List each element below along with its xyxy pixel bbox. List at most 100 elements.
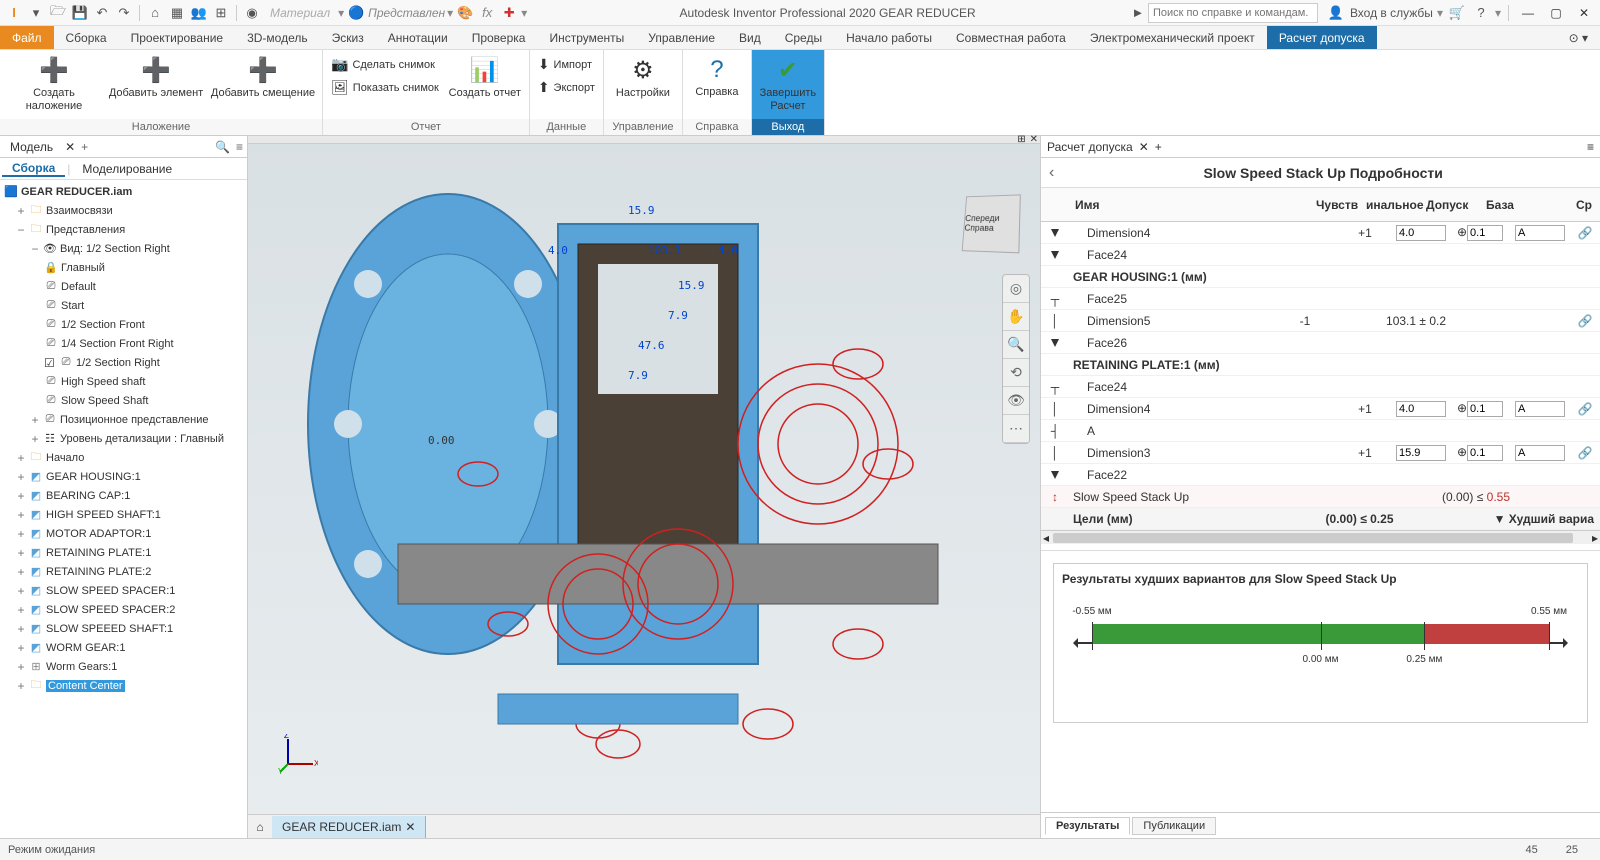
link-icon[interactable]: 🔗 bbox=[1570, 446, 1600, 460]
home-icon[interactable]: ⌂ bbox=[145, 3, 165, 23]
doc-tab-close-icon[interactable]: ✕ bbox=[405, 820, 415, 834]
tab-getstarted[interactable]: Начало работы bbox=[834, 26, 944, 49]
tab-file[interactable]: Файл bbox=[0, 26, 54, 49]
tree-p3[interactable]: +◩HIGH SPEED SHAFT:1 bbox=[0, 505, 247, 524]
tol-row[interactable]: Face26 bbox=[1041, 332, 1600, 354]
nav-look-icon[interactable]: 👁 bbox=[1003, 387, 1029, 415]
nav-more-icon[interactable]: ⋯ bbox=[1003, 415, 1029, 443]
rpanel-tab-close[interactable]: ✕ bbox=[1139, 140, 1149, 154]
tree-content-center[interactable]: +🗀Content Center bbox=[0, 676, 247, 695]
app-icon[interactable]: I bbox=[4, 3, 24, 23]
base-input[interactable] bbox=[1515, 225, 1565, 241]
view-cube[interactable]: Спереди Справа bbox=[962, 194, 1021, 253]
tol-row[interactable]: Dimension4 +1 ⊕ 🔗 bbox=[1041, 222, 1600, 244]
tab-results[interactable]: Результаты bbox=[1045, 817, 1130, 835]
tab-publications[interactable]: Публикации bbox=[1132, 817, 1216, 835]
tree-lod[interactable]: +☷Уровень детализации : Главный bbox=[0, 429, 247, 448]
tab-env[interactable]: Среды bbox=[773, 26, 834, 49]
doc-tab[interactable]: GEAR REDUCER.iam ✕ bbox=[272, 816, 426, 838]
link-icon[interactable]: 🔗 bbox=[1570, 226, 1600, 240]
link-icon[interactable]: 🔗 bbox=[1570, 402, 1600, 416]
subtab-modeling[interactable]: Моделирование bbox=[72, 162, 182, 176]
export-button[interactable]: ⬆Экспорт bbox=[534, 77, 599, 98]
tol-input[interactable] bbox=[1467, 401, 1503, 417]
user-icon[interactable]: 👤 bbox=[1326, 3, 1346, 23]
col-name[interactable]: Имя bbox=[1069, 198, 1310, 212]
fx-icon[interactable]: fx bbox=[477, 3, 497, 23]
tree-p6[interactable]: +◩RETAINING PLATE:2 bbox=[0, 562, 247, 581]
nav-zoom-icon[interactable]: 🔍 bbox=[1003, 331, 1029, 359]
tree-v7[interactable]: ⎚High Speed shaft bbox=[0, 372, 247, 391]
rpanel-menu-icon[interactable]: ≡ bbox=[1587, 140, 1594, 154]
col-sens[interactable]: Чувств bbox=[1310, 198, 1360, 212]
tol-row[interactable]: Face24 bbox=[1041, 244, 1600, 266]
appearance-dropdown[interactable]: Представлен bbox=[368, 6, 445, 20]
tab-assembly[interactable]: Сборка bbox=[54, 26, 119, 49]
tol-row-group[interactable]: GEAR HOUSING:1 (мм) bbox=[1041, 266, 1600, 288]
tol-row[interactable]: │ Dimension3 +1 ⊕ 🔗 bbox=[1041, 442, 1600, 464]
rpanel-tab-add[interactable]: + bbox=[1155, 140, 1162, 154]
tree-p7[interactable]: +◩SLOW SPEED SPACER:1 bbox=[0, 581, 247, 600]
login-link[interactable]: Вход в службы bbox=[1350, 6, 1433, 20]
3d-canvas[interactable]: 15.9 4.0 103.1 4.0 15.9 7.9 47.6 7.9 0.0… bbox=[248, 144, 1040, 814]
subtab-assembly[interactable]: Сборка bbox=[2, 161, 65, 177]
tree-p1[interactable]: +◩GEAR HOUSING:1 bbox=[0, 467, 247, 486]
open-icon[interactable]: 🗁 bbox=[48, 3, 68, 23]
tol-row[interactable]: ┬Face25 bbox=[1041, 288, 1600, 310]
cart-icon[interactable]: 🛒 bbox=[1447, 3, 1467, 23]
tol-input[interactable] bbox=[1467, 445, 1503, 461]
base-input[interactable] bbox=[1515, 445, 1565, 461]
appearance-icon[interactable]: ◉ bbox=[242, 3, 262, 23]
tab-collab[interactable]: Совместная работа bbox=[944, 26, 1078, 49]
tab-tolerance[interactable]: Расчет допуска bbox=[1267, 26, 1377, 49]
tree-view[interactable]: −👁Вид: 1/2 Section Right bbox=[0, 239, 247, 258]
tab-annotate[interactable]: Аннотации bbox=[376, 26, 460, 49]
tree-v2[interactable]: ⎚Default bbox=[0, 277, 247, 296]
snapshot-button[interactable]: 📷Сделать снимок bbox=[327, 54, 443, 75]
show-snapshot-button[interactable]: 🖼Показать снимок bbox=[327, 77, 443, 98]
tree-p9[interactable]: +◩SLOW SPEEED SHAFT:1 bbox=[0, 619, 247, 638]
help-icon[interactable]: ? bbox=[1471, 3, 1491, 23]
tree-representations[interactable]: −🗀Представления bbox=[0, 220, 247, 239]
tab-design[interactable]: Проектирование bbox=[119, 26, 236, 49]
nav-orbit-icon[interactable]: ⟲ bbox=[1003, 359, 1029, 387]
tree-p4[interactable]: +◩MOTOR ADAPTOR:1 bbox=[0, 524, 247, 543]
team-icon[interactable]: 👥 bbox=[189, 3, 209, 23]
create-report-button[interactable]: 📊Создать отчет bbox=[445, 54, 525, 102]
save-icon[interactable]: 💾 bbox=[70, 3, 90, 23]
tree-v1[interactable]: 🔒Главный bbox=[0, 258, 247, 277]
horizontal-scrollbar[interactable]: ◂ ▸ bbox=[1041, 530, 1600, 544]
tol-row[interactable]: Face22 bbox=[1041, 464, 1600, 486]
add-element-button[interactable]: ➕Добавить элемент bbox=[106, 54, 206, 102]
tol-row[interactable]: │ Dimension5 -1 103.1 ± 0.2 🔗 bbox=[1041, 310, 1600, 332]
add-icon[interactable]: ✚ bbox=[499, 3, 519, 23]
tree-p10[interactable]: +◩WORM GEAR:1 bbox=[0, 638, 247, 657]
browser-tab-add[interactable]: + bbox=[81, 140, 88, 154]
redo-icon[interactable]: ↷ bbox=[114, 3, 134, 23]
tab-manage[interactable]: Управление bbox=[636, 26, 727, 49]
tree-origin[interactable]: +🗀Начало bbox=[0, 448, 247, 467]
nominal-input[interactable] bbox=[1396, 445, 1446, 461]
tree-p11[interactable]: +⊞Worm Gears:1 bbox=[0, 657, 247, 676]
nominal-input[interactable] bbox=[1396, 401, 1446, 417]
col-tol[interactable]: Допуск bbox=[1420, 198, 1480, 212]
tab-inspect[interactable]: Проверка bbox=[460, 26, 538, 49]
settings-button[interactable]: ⚙Настройки bbox=[608, 54, 678, 102]
doc-home-icon[interactable]: ⌂ bbox=[248, 820, 272, 834]
tree-v6[interactable]: ☑⎚1/2 Section Right bbox=[0, 353, 247, 372]
tol-row-group[interactable]: RETAINING PLATE:1 (мм) bbox=[1041, 354, 1600, 376]
split-icon[interactable]: ⊞ bbox=[211, 3, 231, 23]
col-avg[interactable]: Ср bbox=[1570, 198, 1600, 212]
material-dropdown[interactable]: Материал bbox=[270, 6, 330, 20]
tol-row-stackup[interactable]: ↕ Slow Speed Stack Up (0.00) ≤ 0.55 bbox=[1041, 486, 1600, 508]
finish-button[interactable]: ✔Завершить Расчет bbox=[756, 54, 820, 115]
undo-icon[interactable]: ↶ bbox=[92, 3, 112, 23]
col-nom[interactable]: инальное bbox=[1360, 198, 1420, 212]
import-button[interactable]: ⬇Импорт bbox=[534, 54, 599, 75]
tab-sketch[interactable]: Эскиз bbox=[320, 26, 376, 49]
help-button[interactable]: ?Справка bbox=[687, 54, 747, 101]
search-input[interactable] bbox=[1148, 3, 1318, 23]
tol-row-goals[interactable]: Цели (мм) (0.00) ≤ 0.25 ▼ Худший вариа bbox=[1041, 508, 1600, 530]
layers-icon[interactable]: ▦ bbox=[167, 3, 187, 23]
tree-v8[interactable]: ⎚Slow Speed Shaft bbox=[0, 391, 247, 410]
